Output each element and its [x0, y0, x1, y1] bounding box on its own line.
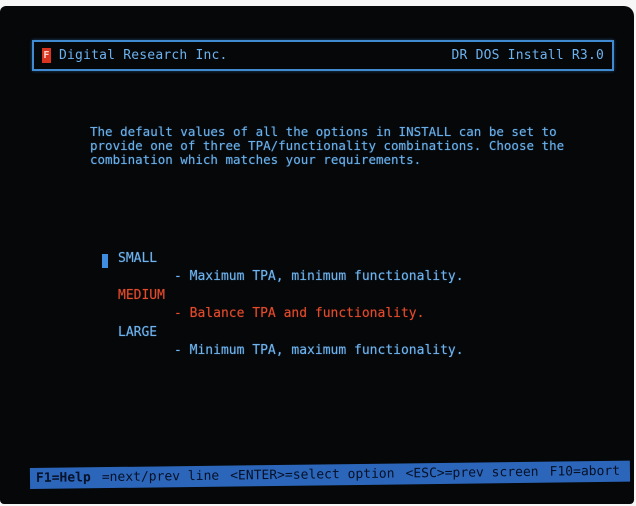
option-large[interactable]: LARGE - Minimum TPA, maximum functionali…: [102, 288, 582, 358]
title-bar: F Digital Research Inc. DR DOS Install R…: [32, 40, 614, 71]
option-medium[interactable]: MEDIUM - Balance TPA and functionality.: [102, 251, 582, 321]
selection-marker: [102, 254, 108, 268]
option-description: - Balance TPA and functionality.: [174, 306, 425, 321]
dr-logo-icon: F: [42, 48, 51, 63]
company-name: Digital Research Inc.: [59, 48, 228, 63]
selection-marker: [102, 291, 108, 305]
option-small[interactable]: SMALL - Maximum TPA, minimum functionali…: [102, 214, 582, 284]
enter-select-hint: <ENTER>=select option: [230, 466, 395, 484]
key-help-bar: F1=Help =next/prev line <ENTER>=select o…: [29, 460, 631, 489]
dos-screen: F Digital Research Inc. DR DOS Install R…: [0, 6, 634, 504]
product-version: DR DOS Install R3.0: [451, 48, 604, 63]
option-name: LARGE: [118, 325, 158, 340]
option-description: - Maximum TPA, minimum functionality.: [174, 269, 464, 284]
esc-prev-screen-hint: <ESC>=prev screen: [405, 464, 539, 482]
instructions-text: The default values of all the options in…: [90, 124, 565, 167]
f1-help-key[interactable]: F1=Help: [36, 470, 91, 486]
option-description: - Minimum TPA, maximum functionality.: [174, 343, 464, 358]
option-list: SMALL - Maximum TPA, minimum functionali…: [102, 214, 582, 358]
f10-abort-key[interactable]: F10=abort: [550, 464, 621, 480]
selection-marker: [102, 217, 108, 231]
next-prev-line-hint: =next/prev line: [101, 468, 220, 486]
